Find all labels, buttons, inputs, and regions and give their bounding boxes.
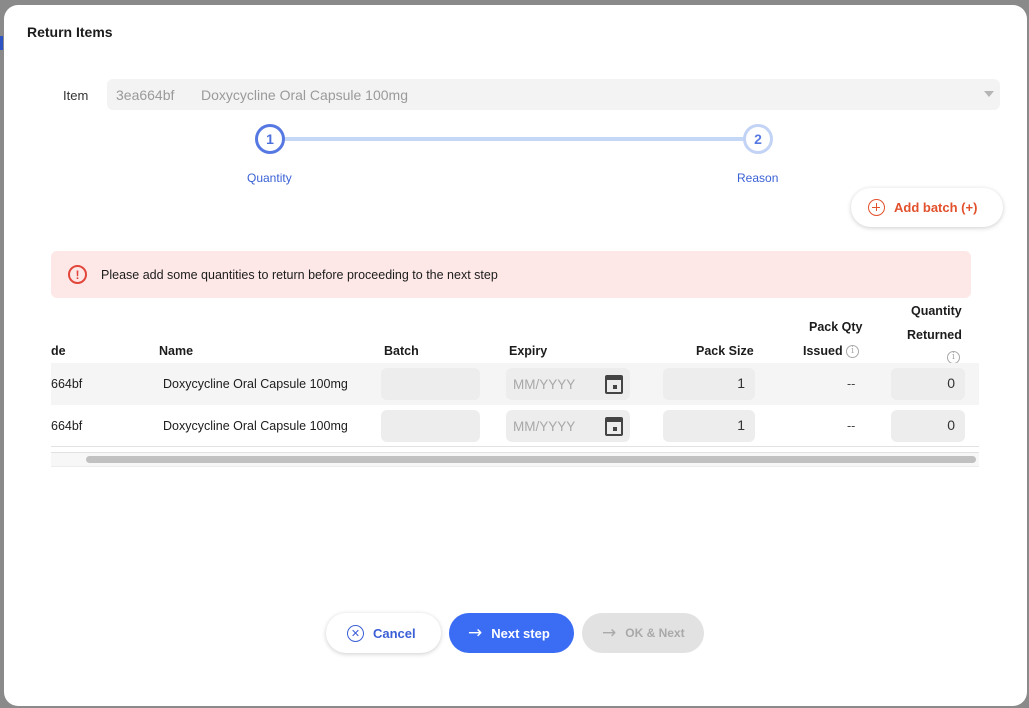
pack-qty-issued: --: [847, 419, 856, 433]
cancel-button[interactable]: ✕ Cancel: [326, 613, 441, 653]
expiry-placeholder: MM/YYYY: [513, 376, 576, 392]
arrow-right-icon: →: [468, 623, 483, 643]
batch-input[interactable]: [381, 368, 480, 400]
row-name: Doxycycline Oral Capsule 100mg: [163, 377, 348, 391]
calendar-icon[interactable]: [605, 375, 623, 394]
quantity-returned-input[interactable]: 0: [891, 410, 965, 442]
header-code: de: [51, 344, 66, 358]
item-select[interactable]: 3ea664bf Doxycycline Oral Capsule 100mg: [107, 79, 1000, 110]
header-batch: Batch: [384, 344, 419, 358]
calendar-icon[interactable]: [605, 417, 623, 436]
stepper-connector: [284, 137, 745, 141]
expiry-input[interactable]: MM/YYYY: [506, 410, 630, 442]
arrow-right-icon: →: [602, 623, 617, 643]
horizontal-scrollbar[interactable]: [51, 452, 979, 467]
alert-circle-icon: !: [68, 265, 87, 284]
ok-next-button[interactable]: → OK & Next: [582, 613, 704, 653]
step-2-label: Reason: [737, 171, 779, 185]
add-batch-label: Add batch (+): [894, 200, 978, 215]
expiry-placeholder: MM/YYYY: [513, 418, 576, 434]
item-label: Item: [63, 88, 89, 103]
row-name: Doxycycline Oral Capsule 100mg: [163, 419, 348, 433]
step-2-indicator: 2: [743, 124, 773, 154]
pack-size-input[interactable]: 1: [663, 410, 755, 442]
backdrop-page-edge: [0, 36, 3, 50]
error-alert: ! Please add some quantities to return b…: [51, 251, 971, 298]
ok-next-label: OK & Next: [625, 626, 685, 640]
item-name: Doxycycline Oral Capsule 100mg: [201, 86, 408, 103]
header-pack-qty-issued: Issued i: [803, 344, 860, 359]
item-code: 3ea664bf: [116, 86, 175, 103]
pack-size-input[interactable]: 1: [663, 368, 755, 400]
batch-input[interactable]: [381, 410, 480, 442]
step-1-indicator: 1: [255, 124, 285, 154]
alert-message: Please add some quantities to return bef…: [101, 267, 498, 282]
header-pack-qty-line2: Issued: [803, 344, 843, 358]
next-step-label: Next step: [491, 625, 550, 641]
pack-qty-issued: --: [847, 377, 856, 391]
return-items-dialog: Return Items Item 3ea664bf Doxycycline O…: [4, 5, 1027, 706]
x-circle-icon: ✕: [347, 624, 364, 642]
cancel-label: Cancel: [373, 625, 416, 641]
header-pack-qty-line1: Pack Qty: [809, 320, 863, 334]
table-row: 664bf Doxycycline Oral Capsule 100mg MM/…: [51, 405, 979, 447]
header-pack-size: Pack Size: [696, 344, 754, 358]
quantity-returned-input[interactable]: 0: [891, 368, 965, 400]
info-icon[interactable]: i: [846, 345, 860, 359]
dialog-title: Return Items: [27, 24, 113, 40]
batch-table: de Name Batch Expiry Pack Size Pack Qty …: [51, 301, 979, 466]
header-expiry: Expiry: [509, 344, 548, 358]
expiry-input[interactable]: MM/YYYY: [506, 368, 630, 400]
table-row: 664bf Doxycycline Oral Capsule 100mg MM/…: [51, 363, 979, 405]
header-quantity-line1: Quantity: [911, 304, 962, 318]
next-step-button[interactable]: → Next step: [449, 613, 574, 653]
add-batch-button[interactable]: Add batch (+): [851, 188, 1003, 227]
plus-circle-icon: [868, 199, 885, 216]
header-quantity-line2: Returned: [907, 328, 962, 342]
row-code: 664bf: [51, 419, 83, 433]
header-name: Name: [159, 344, 194, 358]
row-code: 664bf: [51, 377, 83, 391]
step-1-label: Quantity: [247, 171, 292, 185]
chevron-down-icon: [984, 91, 994, 97]
scrollbar-thumb[interactable]: [86, 456, 976, 463]
